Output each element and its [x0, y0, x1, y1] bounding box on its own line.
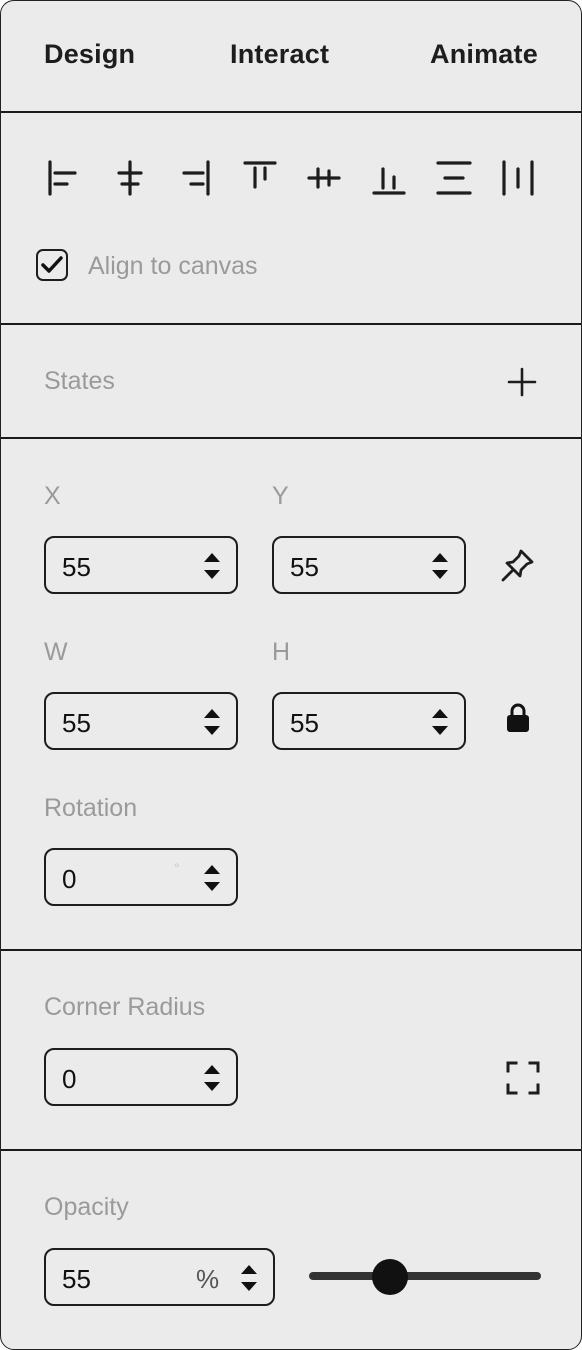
stepper-icon[interactable]: [430, 707, 450, 737]
states-label: States: [44, 367, 115, 395]
rotation-input[interactable]: 0 °: [44, 848, 238, 906]
distribute-horizontal-icon[interactable]: [498, 157, 538, 199]
divider: [1, 437, 581, 439]
height-input[interactable]: 55: [272, 692, 466, 750]
stepper-icon[interactable]: [202, 551, 222, 581]
corner-radius-value: 0: [62, 1064, 77, 1094]
w-value: 55: [62, 708, 91, 738]
pin-icon[interactable]: [500, 547, 536, 588]
align-to-canvas-label: Align to canvas: [88, 252, 258, 280]
divider: [1, 111, 581, 113]
h-label: H: [272, 638, 291, 666]
align-bottom-icon[interactable]: [369, 157, 409, 199]
corner-radius-input[interactable]: 0: [44, 1048, 238, 1106]
opacity-label: Opacity: [44, 1193, 129, 1221]
opacity-slider-track[interactable]: [309, 1272, 541, 1280]
stepper-icon[interactable]: [239, 1263, 259, 1293]
align-to-canvas-checkbox[interactable]: [36, 249, 68, 281]
opacity-slider-thumb[interactable]: [372, 1259, 409, 1295]
degree-unit: °: [174, 860, 180, 876]
w-label: W: [44, 638, 68, 666]
rotation-label: Rotation: [44, 794, 138, 822]
x-label: X: [44, 482, 61, 510]
align-vertical-center-icon[interactable]: [304, 157, 344, 199]
divider: [1, 949, 581, 951]
x-input[interactable]: 55: [44, 536, 238, 594]
distribute-vertical-icon[interactable]: [434, 157, 474, 199]
stepper-icon[interactable]: [202, 1063, 222, 1093]
width-input[interactable]: 55: [44, 692, 238, 750]
corners-icon[interactable]: [506, 1061, 540, 1100]
h-value: 55: [290, 708, 319, 738]
x-value: 55: [62, 552, 91, 582]
y-input[interactable]: 55: [272, 536, 466, 594]
divider: [1, 323, 581, 325]
corner-radius-label: Corner Radius: [44, 993, 206, 1021]
align-horizontal-center-icon[interactable]: [110, 157, 150, 199]
divider: [1, 1149, 581, 1151]
percent-unit: %: [196, 1264, 220, 1294]
tab-design[interactable]: Design: [44, 39, 135, 70]
rotation-value: 0: [62, 864, 77, 894]
stepper-icon[interactable]: [202, 707, 222, 737]
y-value: 55: [290, 552, 319, 582]
stepper-icon[interactable]: [202, 863, 222, 893]
lock-icon[interactable]: [505, 702, 531, 739]
check-icon: [41, 256, 63, 273]
align-right-icon[interactable]: [175, 157, 215, 199]
opacity-value: 55: [62, 1264, 91, 1294]
design-panel: Design Interact Animate Align to canvas …: [0, 0, 582, 1350]
opacity-input[interactable]: 55 %: [44, 1248, 275, 1306]
plus-icon[interactable]: [507, 367, 537, 402]
y-label: Y: [272, 482, 289, 510]
tab-interact[interactable]: Interact: [230, 39, 329, 70]
stepper-icon[interactable]: [430, 551, 450, 581]
align-top-icon[interactable]: [240, 157, 280, 199]
align-left-icon[interactable]: [43, 157, 83, 199]
tab-animate[interactable]: Animate: [430, 39, 538, 70]
